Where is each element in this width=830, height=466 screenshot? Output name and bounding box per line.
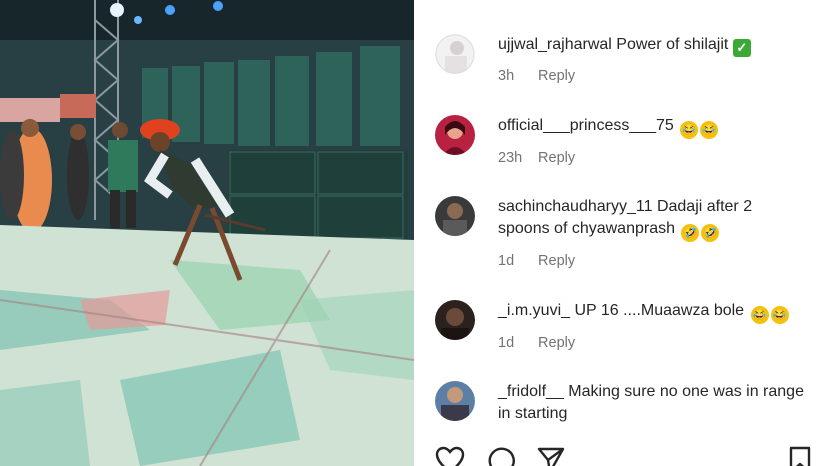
- avatar[interactable]: [435, 115, 475, 155]
- tears-of-joy-emoji-icon: 😂: [750, 306, 769, 324]
- avatar[interactable]: [435, 300, 475, 340]
- heart-icon[interactable]: [435, 446, 465, 466]
- avatar[interactable]: [435, 196, 475, 236]
- comment-icon[interactable]: [486, 446, 516, 466]
- tears-of-joy-emoji-icon: 😂: [770, 306, 789, 324]
- comment-time: 1d: [498, 253, 515, 269]
- comment-username[interactable]: sachinchaudharyy_11: [498, 198, 652, 215]
- post-action-bar: [414, 436, 830, 466]
- avatar[interactable]: [435, 381, 475, 421]
- comment-time: 23h: [498, 150, 523, 166]
- tears-of-joy-emoji-icon: 😂: [680, 121, 699, 139]
- send-icon[interactable]: [536, 446, 566, 466]
- rolling-laughing-emoji-icon: 🤣: [701, 224, 720, 242]
- comment-time: 1d: [498, 335, 515, 351]
- tears-of-joy-emoji-icon: 😂: [700, 121, 719, 139]
- reply-button[interactable]: Reply: [538, 253, 575, 269]
- comment-username[interactable]: official___princess___75: [498, 117, 674, 134]
- comment-username[interactable]: _fridolf__: [498, 383, 564, 400]
- avatar[interactable]: [435, 34, 475, 74]
- check-mark-emoji-icon: ✓: [732, 39, 751, 57]
- reply-button[interactable]: Reply: [538, 150, 575, 166]
- rolling-laughing-emoji-icon: 🤣: [681, 224, 700, 242]
- comment-text: UP 16 ....Muaawza bole: [574, 302, 745, 319]
- video-frame-illustration: [0, 0, 414, 466]
- comment-username[interactable]: ujjwal_rajharwal: [498, 36, 612, 53]
- bookmark-icon[interactable]: [787, 446, 813, 466]
- comment-text: Power of shilajit: [616, 36, 729, 53]
- post-video[interactable]: [0, 0, 414, 466]
- reply-button[interactable]: Reply: [538, 68, 575, 84]
- comment-time: 3h: [498, 68, 515, 84]
- reply-button[interactable]: Reply: [538, 335, 575, 351]
- comment-username[interactable]: _i.m.yuvi_: [498, 302, 570, 319]
- comments-panel: ujjwal_rajharwal Power of shilajit ✓ 3h …: [414, 0, 830, 466]
